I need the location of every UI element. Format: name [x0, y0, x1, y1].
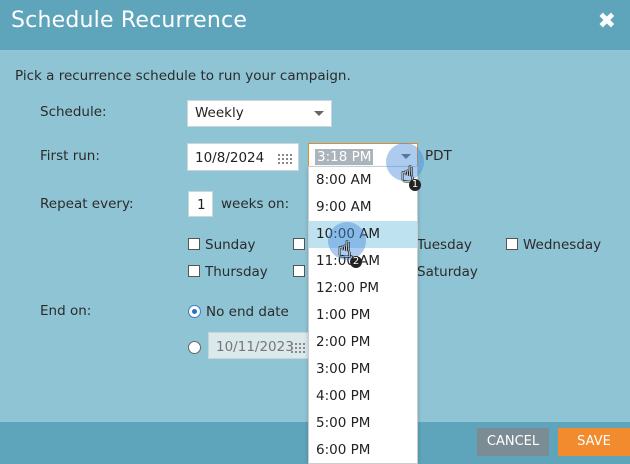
time-option[interactable]: 11:00 AM — [309, 248, 417, 275]
hand-pointer-icon: ☝ — [338, 238, 352, 263]
checkbox-box[interactable] — [188, 238, 200, 250]
day-checkbox-saturday[interactable]: Saturday — [417, 264, 478, 280]
timezone-label: PDT — [425, 148, 452, 164]
checkbox-box[interactable] — [293, 265, 305, 277]
time-option[interactable]: 3:00 PM — [309, 356, 417, 383]
checkbox-box[interactable] — [188, 265, 200, 277]
time-option[interactable]: 6:00 PM — [309, 437, 417, 463]
save-button[interactable]: SAVE — [558, 428, 630, 456]
time-option[interactable]: 1:00 PM — [309, 302, 417, 329]
day-checkbox-sunday[interactable]: Sunday — [188, 237, 256, 253]
time-option[interactable]: 4:00 PM — [309, 383, 417, 410]
step-number-badge: 1 — [409, 179, 421, 191]
cancel-button[interactable]: CANCEL — [477, 428, 549, 456]
day-checkbox-tuesday[interactable]: Tuesday — [417, 237, 472, 253]
time-option[interactable]: 2:00 PM — [309, 329, 417, 356]
time-option[interactable]: 5:00 PM — [309, 410, 417, 437]
schedule-label: Schedule: — [40, 104, 107, 120]
end-date-radio[interactable] — [188, 340, 206, 356]
day-label: Thursday — [205, 264, 268, 280]
radio-icon[interactable] — [188, 341, 201, 354]
time-options-list: 8:00 AM 9:00 AM 10:00 AM 11:00 AM 12:00 … — [308, 166, 418, 464]
repeat-label: Repeat every: — [40, 196, 134, 212]
first-run-date-value: 10/8/2024 — [195, 150, 265, 166]
no-end-date-label: No end date — [206, 304, 289, 320]
first-run-time-value: 3:18 PM — [315, 149, 374, 165]
end-date-input[interactable]: 10/11/2023 — [208, 332, 312, 359]
checkbox-box[interactable] — [293, 238, 305, 250]
repeat-interval-input[interactable]: 1 — [188, 191, 213, 217]
repeat-suffix: weeks on: — [221, 196, 290, 212]
intro-text: Pick a recurrence schedule to run your c… — [15, 68, 351, 84]
first-run-label: First run: — [40, 148, 100, 164]
time-option[interactable]: 12:00 PM — [309, 275, 417, 302]
day-label: Sunday — [205, 237, 256, 253]
close-icon[interactable]: ✖ — [598, 9, 616, 34]
chevron-down-icon — [314, 111, 324, 116]
end-on-label: End on: — [40, 303, 92, 319]
no-end-date-radio[interactable]: No end date — [188, 304, 289, 320]
step-number-badge: 2 — [350, 256, 362, 268]
schedule-select[interactable]: Weekly — [187, 100, 332, 127]
dialog-header: Schedule Recurrence ✖ — [0, 0, 630, 50]
checkbox-box[interactable] — [506, 238, 518, 250]
dialog-title: Schedule Recurrence — [11, 8, 248, 33]
end-date-value: 10/11/2023 — [216, 339, 294, 355]
day-label: Tuesday — [417, 237, 472, 253]
calendar-icon[interactable] — [278, 152, 292, 164]
schedule-value: Weekly — [195, 105, 244, 121]
day-label: Saturday — [417, 264, 478, 280]
radio-selected-icon[interactable] — [188, 305, 201, 318]
day-label: Wednesday — [523, 237, 602, 253]
first-run-date-input[interactable]: 10/8/2024 — [187, 143, 299, 171]
day-checkbox-wednesday[interactable]: Wednesday — [506, 237, 601, 253]
time-option[interactable]: 9:00 AM — [309, 194, 417, 221]
calendar-icon[interactable] — [291, 341, 305, 353]
day-checkbox-thursday[interactable]: Thursday — [188, 264, 268, 280]
